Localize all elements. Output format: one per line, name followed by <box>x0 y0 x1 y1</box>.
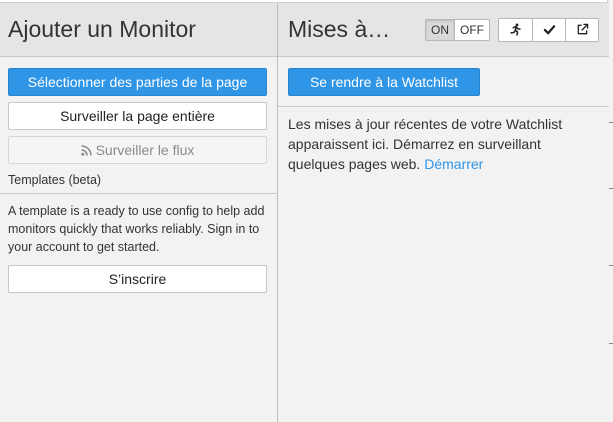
external-link-icon <box>577 23 588 35</box>
rss-icon <box>80 138 92 156</box>
templates-divider <box>0 193 277 194</box>
on-off-toggle: ON OFF <box>425 18 490 41</box>
monitor-feed-button[interactable]: Surveiller le flux <box>8 136 267 164</box>
toggle-off-button[interactable]: OFF <box>455 19 489 40</box>
updates-toolbar: ON OFF <box>425 17 599 42</box>
signup-button[interactable]: S’inscrire <box>8 265 267 293</box>
updates-divider <box>278 106 609 107</box>
toggle-on-button[interactable]: ON <box>426 19 455 40</box>
updates-title: Mises à… <box>288 16 391 42</box>
start-link[interactable]: Démarrer <box>424 156 483 172</box>
templates-description: A template is a ready to use config to h… <box>8 204 265 254</box>
extension-popup: Ajouter un Monitor Sélectionner des part… <box>0 2 609 422</box>
updates-message: Les mises à jour récentes de votre Watch… <box>288 114 588 174</box>
screen: Ajouter un Monitor Sélectionner des part… <box>0 0 613 422</box>
page-edge-mark <box>609 188 613 189</box>
open-external-button[interactable] <box>565 18 598 41</box>
run-checks-button[interactable] <box>499 18 532 41</box>
add-monitor-panel: Ajouter un Monitor Sélectionner des part… <box>0 3 278 422</box>
select-parts-button[interactable]: Sélectionner des parties de la page <box>8 68 267 96</box>
action-buttons <box>498 17 599 42</box>
page-edge-mark <box>609 343 613 344</box>
monitor-whole-page-button[interactable]: Surveiller la page entière <box>8 102 267 130</box>
page-edge-mark <box>609 122 613 123</box>
updates-body: Se rendre à la Watchlist Les mises à jou… <box>278 57 609 174</box>
add-monitor-title: Ajouter un Monitor <box>8 16 196 42</box>
add-monitor-header: Ajouter un Monitor <box>0 3 277 57</box>
running-icon <box>510 23 521 36</box>
updates-panel: Mises à… ON OFF Se rendre à la Watchlist… <box>278 3 609 422</box>
check-icon <box>543 25 555 35</box>
go-to-watchlist-button[interactable]: Se rendre à la Watchlist <box>288 68 480 96</box>
page-edge-mark <box>609 265 613 266</box>
updates-header: Mises à… ON OFF <box>278 3 609 57</box>
monitor-feed-label: Surveiller le flux <box>95 142 195 158</box>
add-monitor-body: Sélectionner des parties de la page Surv… <box>0 57 277 293</box>
templates-heading: Templates (beta) <box>8 173 102 187</box>
mark-read-button[interactable] <box>532 18 565 41</box>
